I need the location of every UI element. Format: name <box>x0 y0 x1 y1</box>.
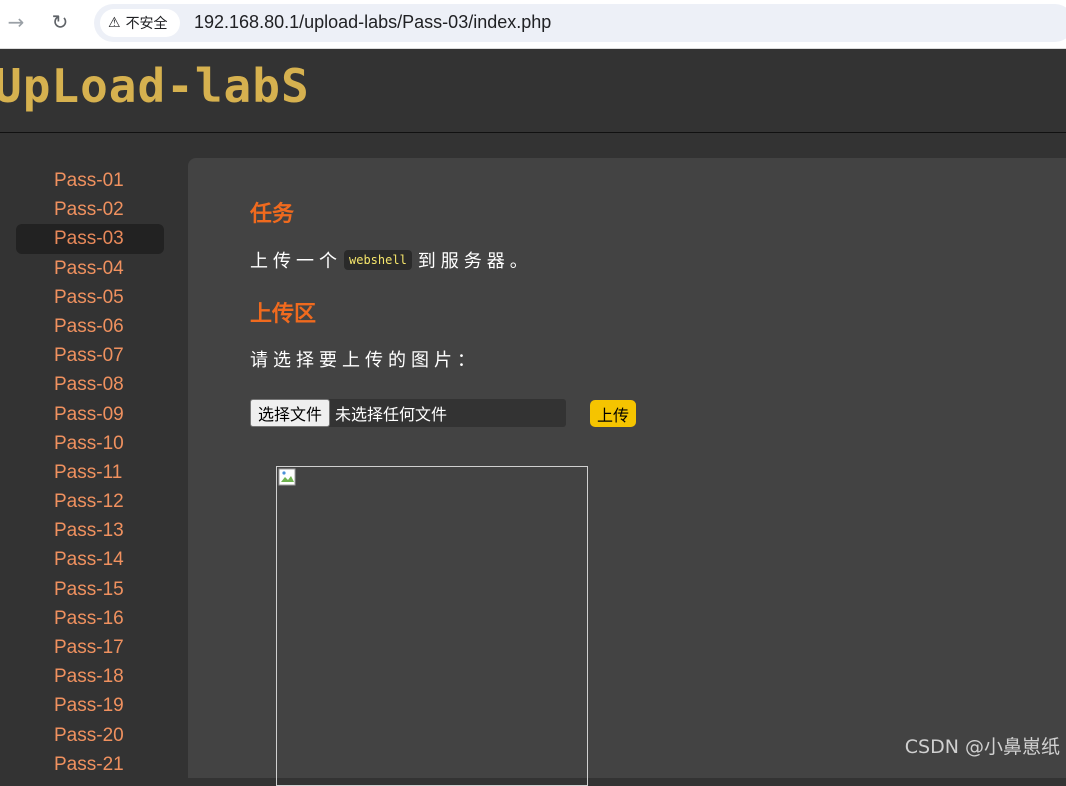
upload-button[interactable]: 上传 <box>590 400 637 427</box>
sidebar-item-pass-09[interactable]: Pass-09 <box>16 400 164 429</box>
sidebar-item-pass-01[interactable]: Pass-01 <box>16 166 164 195</box>
broken-image-icon <box>278 468 296 486</box>
site-logo[interactable]: UpLoad-labS <box>0 59 310 113</box>
webshell-code: webshell <box>344 250 412 270</box>
sidebar-item-pass-13[interactable]: Pass-13 <box>16 516 164 545</box>
uploaded-image-preview <box>276 466 588 786</box>
sidebar-item-pass-06[interactable]: Pass-06 <box>16 312 164 341</box>
sidebar-item-pass-17[interactable]: Pass-17 <box>16 633 164 662</box>
task-suffix: 到服务器。 <box>417 251 533 272</box>
sidebar-item-pass-05[interactable]: Pass-05 <box>16 283 164 312</box>
sidebar-item-pass-11[interactable]: Pass-11 <box>16 458 164 487</box>
sidebar-item-pass-03[interactable]: Pass-03 <box>16 224 164 254</box>
task-title: 任务 <box>250 202 295 227</box>
task-prefix: 上传一个 <box>250 251 342 272</box>
file-input[interactable]: 选择文件 未选择任何文件 <box>250 399 566 427</box>
sidebar-item-pass-16[interactable]: Pass-16 <box>16 604 164 633</box>
sidebar-item-pass-02[interactable]: Pass-02 <box>16 195 164 224</box>
watermark: CSDN @小鼻崽纸 <box>904 736 1060 758</box>
choose-file-button[interactable]: 选择文件 <box>250 399 331 427</box>
security-indicator[interactable]: ⚠ 不安全 <box>100 9 180 37</box>
security-label: 不安全 <box>125 16 168 32</box>
sidebar-item-pass-15[interactable]: Pass-15 <box>16 575 164 604</box>
sidebar-item-pass-10[interactable]: Pass-10 <box>16 429 164 458</box>
upload-title: 上传区 <box>250 302 317 327</box>
warning-icon: ⚠ <box>108 15 121 31</box>
task-description: 上传一个 webshell 到服务器。 <box>250 247 533 273</box>
sidebar-item-pass-12[interactable]: Pass-12 <box>16 487 164 516</box>
sidebar-item-pass-21[interactable]: Pass-21 <box>16 750 164 779</box>
sidebar-item-pass-07[interactable]: Pass-07 <box>16 341 164 370</box>
arrow-left-icon[interactable]: → <box>4 10 28 34</box>
sidebar: Pass-01 Pass-02 Pass-03 Pass-04 Pass-05 Pass-… <box>16 166 164 779</box>
sidebar-item-pass-18[interactable]: Pass-18 <box>16 662 164 691</box>
sidebar-item-pass-19[interactable]: Pass-19 <box>16 691 164 720</box>
url-text[interactable]: 192.168.80.1/upload-labs/Pass-03/index.p… <box>194 12 551 33</box>
file-status: 未选择任何文件 <box>335 405 448 424</box>
sidebar-item-pass-08[interactable]: Pass-08 <box>16 370 164 399</box>
sidebar-item-pass-04[interactable]: Pass-04 <box>16 254 164 283</box>
address-bar[interactable]: ⚠ 不安全 192.168.80.1/upload-labs/Pass-03/i… <box>94 4 1066 42</box>
sidebar-item-pass-14[interactable]: Pass-14 <box>16 545 164 574</box>
main-panel: 任务 上传一个 webshell 到服务器。 上传区 请选择要上传的图片： 选择… <box>188 158 1066 786</box>
site-header: UpLoad-labS <box>0 49 1066 133</box>
sidebar-item-pass-20[interactable]: Pass-20 <box>16 721 164 750</box>
browser-toolbar: → ↻ ⚠ 不安全 192.168.80.1/upload-labs/Pass-… <box>0 0 1066 49</box>
reload-icon[interactable]: ↻ <box>48 10 72 34</box>
choose-image-label: 请选择要上传的图片： <box>250 350 480 371</box>
